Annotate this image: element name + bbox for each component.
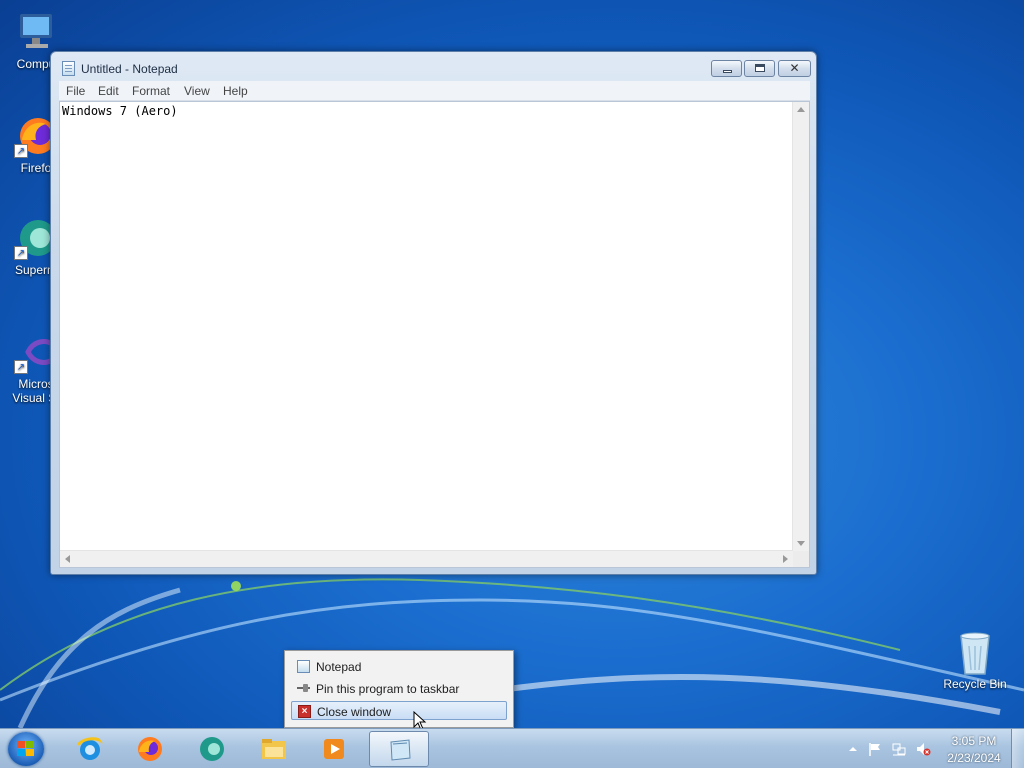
notepad-icon (297, 660, 310, 673)
menu-help[interactable]: Help (223, 84, 248, 98)
clock-time[interactable]: 3:05 PM (944, 734, 1004, 748)
scroll-right-icon[interactable] (783, 555, 788, 563)
shortcut-arrow-icon: ↗ (14, 246, 28, 260)
notepad-window[interactable]: Untitled - Notepad ✕ File Edit Format Vi… (50, 51, 817, 575)
network-icon[interactable] (891, 741, 907, 757)
media-player-icon (324, 739, 344, 759)
taskbar: 3:05 PM 2/23/2024 (0, 728, 1024, 768)
scrollbar-corner (793, 551, 809, 567)
close-icon: × (298, 705, 311, 718)
taskbar-app-internet-explorer[interactable] (62, 731, 118, 767)
window-title: Untitled - Notepad (81, 62, 178, 76)
jumplist-item-notepad[interactable]: Notepad (291, 657, 507, 676)
file-explorer-icon (262, 739, 286, 759)
close-button[interactable]: ✕ (778, 60, 811, 77)
desktop-icon-recycle-bin[interactable]: Recycle Bin (935, 630, 1015, 691)
vertical-scrollbar[interactable] (792, 102, 809, 551)
maximize-button[interactable] (744, 60, 775, 77)
menu-format[interactable]: Format (132, 84, 170, 98)
desktop: Compu ↗ Firefo ↗ Superm ↗ Micros Visual … (0, 0, 1024, 728)
shortcut-arrow-icon: ↗ (14, 360, 28, 374)
shortcut-arrow-icon: ↗ (14, 144, 28, 158)
notepad-icon (62, 61, 75, 76)
clock-date[interactable]: 2/23/2024 (944, 751, 1004, 765)
minimize-button[interactable] (711, 60, 742, 77)
scroll-down-icon[interactable] (797, 541, 805, 546)
scroll-left-icon[interactable] (65, 555, 70, 563)
notepad-icon (390, 739, 411, 761)
mouse-cursor-icon (413, 711, 427, 728)
jumplist-item-label: Pin this program to taskbar (316, 682, 460, 696)
recycle-bin-icon (953, 630, 997, 675)
jumplist-item-label: Notepad (316, 660, 362, 674)
start-button[interactable] (8, 732, 44, 766)
text-editor[interactable]: Windows 7 (Aero) (59, 101, 810, 568)
pin-icon (297, 682, 310, 695)
jumplist-item-close-window[interactable]: × Close window (291, 701, 507, 720)
taskbar-app-notepad[interactable] (369, 731, 429, 767)
action-center-flag-icon[interactable] (867, 741, 883, 757)
scroll-up-icon[interactable] (797, 107, 805, 112)
volume-muted-icon[interactable] (915, 741, 931, 757)
title-bar[interactable]: Untitled - Notepad ✕ (51, 52, 816, 82)
taskbar-jump-list: Notepad Pin this program to taskbar × Cl… (284, 650, 514, 728)
jumplist-item-pin[interactable]: Pin this program to taskbar (291, 679, 507, 698)
menu-bar: File Edit Format View Help (59, 81, 810, 101)
computer-icon (14, 10, 58, 54)
horizontal-scrollbar[interactable] (60, 550, 793, 567)
supermium-icon (200, 737, 224, 761)
taskbar-app-firefox[interactable] (122, 731, 178, 767)
close-icon: ✕ (789, 61, 800, 75)
jumplist-item-label: Close window (317, 705, 392, 719)
internet-explorer-icon (76, 737, 104, 760)
editor-content[interactable]: Windows 7 (Aero) (62, 104, 178, 118)
firefox-icon (138, 737, 162, 761)
menu-view[interactable]: View (184, 84, 210, 98)
show-hidden-icons-icon[interactable] (845, 741, 861, 757)
desktop-icon-label: Recycle Bin (943, 677, 1007, 691)
show-desktop-button[interactable] (1011, 729, 1024, 768)
taskbar-app-supermium[interactable] (184, 731, 240, 767)
menu-edit[interactable]: Edit (98, 84, 119, 98)
windows-logo-icon (17, 741, 35, 757)
taskbar-app-file-explorer[interactable] (246, 731, 302, 767)
taskbar-app-media-player[interactable] (306, 731, 362, 767)
menu-file[interactable]: File (66, 84, 85, 98)
